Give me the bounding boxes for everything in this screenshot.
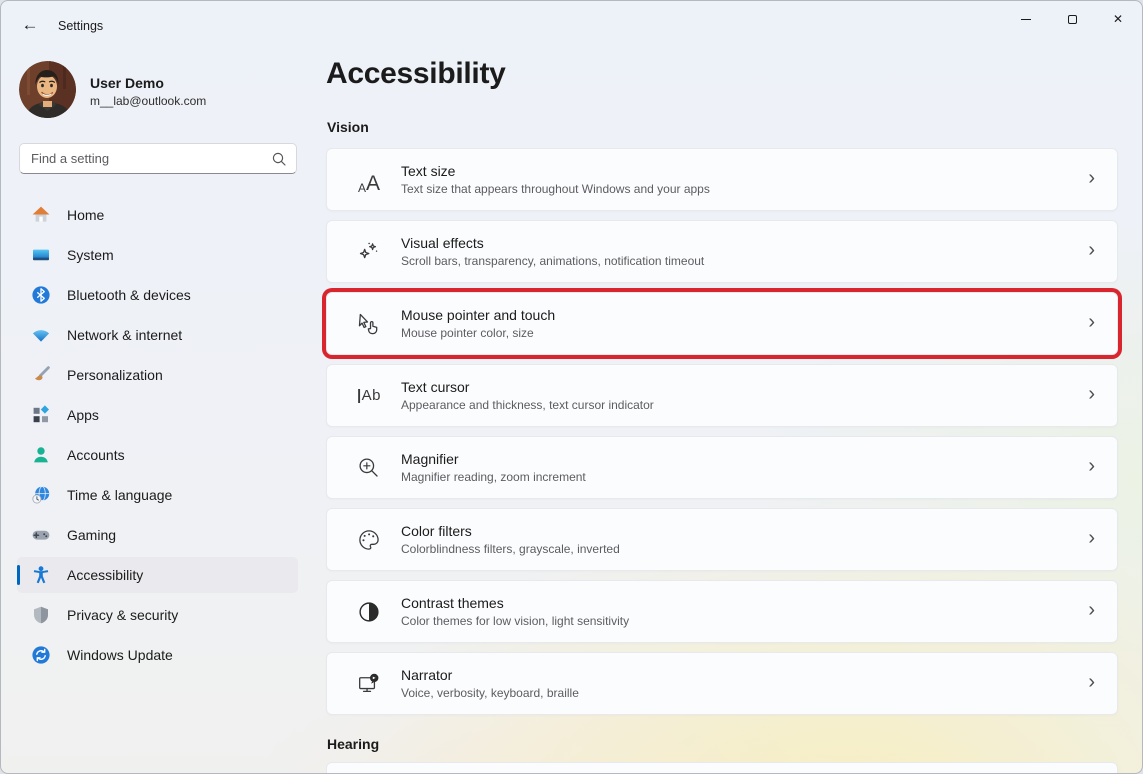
card-title: Contrast themes — [401, 595, 504, 611]
system-icon — [31, 245, 51, 265]
search-icon — [271, 151, 287, 172]
card-magnifier[interactable]: Magnifier Magnifier reading, zoom increm… — [326, 436, 1118, 499]
personalization-icon — [31, 365, 51, 385]
card-text-cursor[interactable]: | Ab Text cursor Appearance and thickness… — [326, 364, 1118, 427]
sidebar-item-label: Accounts — [67, 447, 125, 463]
chevron-right-icon: › — [1088, 671, 1095, 693]
search-input[interactable] — [31, 144, 261, 173]
sidebar-item-label: Personalization — [67, 367, 163, 383]
text-cursor-icon: | Ab — [356, 387, 382, 404]
sidebar-item-label: Privacy & security — [67, 607, 179, 623]
sidebar-item-gaming[interactable]: Gaming — [17, 517, 298, 553]
search-box — [19, 143, 297, 174]
sidebar-item-label: Apps — [67, 407, 99, 423]
sidebar-item-label: System — [67, 247, 114, 263]
sidebar-item-privacy-security[interactable]: Privacy & security — [17, 597, 298, 633]
chevron-right-icon: › — [1088, 311, 1095, 333]
card-narrator[interactable]: Narrator Voice, verbosity, keyboard, bra… — [326, 652, 1118, 715]
card-title: Magnifier — [401, 451, 459, 467]
card-subtitle: Scroll bars, transparency, animations, n… — [401, 254, 705, 268]
section-label-vision: Vision — [327, 119, 369, 135]
text-size-icon: AA — [357, 171, 381, 195]
sidebar-item-time-language[interactable]: Time & language — [17, 477, 298, 513]
sidebar-item-personalization[interactable]: Personalization — [17, 357, 298, 393]
sidebar-item-label: Time & language — [67, 487, 173, 503]
sidebar-item-label: Network & internet — [67, 327, 183, 343]
visual-effects-icon — [355, 238, 383, 266]
card-contrast-themes[interactable]: Contrast themes Color themes for low vis… — [326, 580, 1118, 643]
accounts-icon — [31, 445, 51, 465]
user-email: m__lab@outlook.com — [90, 94, 207, 108]
apps-icon — [31, 405, 51, 425]
sidebar-item-label: Accessibility — [67, 567, 144, 583]
user-profile[interactable]: User Demo m__lab@outlook.com — [19, 59, 309, 119]
sidebar-item-accounts[interactable]: Accounts — [17, 437, 298, 473]
sidebar-item-label: Home — [67, 207, 105, 223]
sidebar-item-label: Gaming — [67, 527, 117, 543]
back-arrow-icon: ← — [21, 15, 39, 34]
user-name: User Demo — [90, 75, 164, 91]
chevron-right-icon: › — [1088, 239, 1095, 261]
chevron-right-icon: › — [1088, 527, 1095, 549]
time-language-icon — [31, 485, 51, 505]
card-visual-effects[interactable]: Visual effects Scroll bars, transparency… — [326, 220, 1118, 283]
bluetooth-icon — [31, 285, 51, 305]
card-title: Narrator — [401, 667, 453, 683]
accessibility-icon — [31, 565, 51, 585]
card-partial[interactable] — [326, 762, 1118, 773]
sidebar-item-apps[interactable]: Apps — [17, 397, 298, 433]
vision-cards: AA Text size Text size that appears thro… — [326, 148, 1118, 724]
sidebar-item-label: Windows Update — [67, 647, 173, 663]
card-subtitle: Voice, verbosity, keyboard, braille — [401, 686, 579, 700]
card-text-size[interactable]: AA Text size Text size that appears thro… — [326, 148, 1118, 211]
card-subtitle: Magnifier reading, zoom increment — [401, 470, 586, 484]
avatar — [19, 61, 76, 118]
card-title: Color filters — [401, 523, 472, 539]
sidebar-item-accessibility[interactable]: Accessibility — [17, 557, 298, 593]
main-content: Accessibility Vision AA Text size Text s… — [326, 1, 1119, 773]
sidebar-item-network-internet[interactable]: Network & internet — [17, 317, 298, 353]
page-title: Accessibility — [326, 57, 506, 90]
privacy-shield-icon — [31, 605, 51, 625]
card-title: Visual effects — [401, 235, 484, 251]
card-subtitle: Text size that appears throughout Window… — [401, 182, 710, 196]
windows-update-icon — [31, 645, 51, 665]
chevron-right-icon: › — [1088, 383, 1095, 405]
selected-accent-bar — [17, 565, 20, 585]
sidebar: Home System Bluetooth & devices Network … — [17, 197, 298, 677]
card-mouse-pointer-and-touch[interactable]: Mouse pointer and touch Mouse pointer co… — [326, 292, 1118, 355]
sidebar-item-home[interactable]: Home — [17, 197, 298, 233]
contrast-themes-icon — [355, 598, 383, 626]
narrator-icon — [355, 670, 383, 698]
card-color-filters[interactable]: Color filters Colorblindness filters, gr… — [326, 508, 1118, 571]
card-title: Mouse pointer and touch — [401, 307, 556, 323]
home-icon — [31, 205, 51, 225]
card-subtitle: Color themes for low vision, light sensi… — [401, 614, 630, 628]
back-button[interactable]: ← — [13, 10, 47, 40]
gaming-icon — [31, 525, 51, 545]
chevron-right-icon: › — [1088, 167, 1095, 189]
sidebar-item-label: Bluetooth & devices — [67, 287, 191, 303]
mouse-pointer-icon — [355, 310, 383, 338]
card-title: Text size — [401, 163, 456, 179]
sidebar-item-bluetooth-devices[interactable]: Bluetooth & devices — [17, 277, 298, 313]
network-icon — [31, 325, 51, 345]
card-subtitle: Colorblindness filters, grayscale, inver… — [401, 542, 620, 556]
chevron-right-icon: › — [1088, 455, 1095, 477]
card-title: Text cursor — [401, 379, 470, 395]
magnifier-icon — [355, 454, 383, 482]
card-subtitle: Mouse pointer color, size — [401, 326, 534, 340]
app-title: Settings — [58, 19, 104, 33]
sidebar-item-system[interactable]: System — [17, 237, 298, 273]
chevron-right-icon: › — [1088, 599, 1095, 621]
section-label-hearing: Hearing — [327, 736, 380, 752]
color-filters-icon — [355, 526, 383, 554]
card-subtitle: Appearance and thickness, text cursor in… — [401, 398, 654, 412]
settings-window: ← Settings ✕ User Demo m__lab@outlook.co… — [0, 0, 1143, 774]
sidebar-item-windows-update[interactable]: Windows Update — [17, 637, 298, 673]
